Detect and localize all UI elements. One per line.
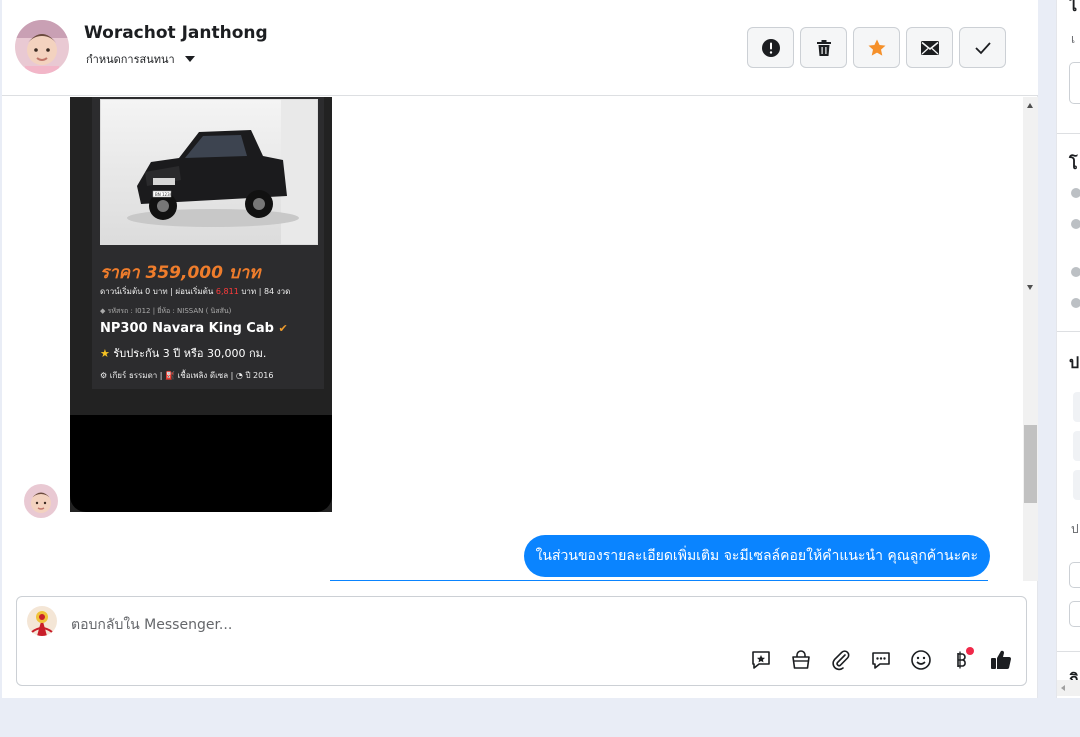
sidebar-divider-3 [1057, 651, 1080, 652]
car-ad-card: BN 1234 ราคา 359,000 บาท ดาวน์เริ่มต้น 0… [92, 97, 324, 389]
store-icon [1071, 219, 1080, 229]
sidebar-field-1[interactable] [1069, 62, 1080, 104]
sidebar-text-1: เ [1071, 32, 1076, 46]
location-pin-icon [1071, 267, 1080, 277]
sidebar-tag-3[interactable] [1073, 470, 1080, 500]
sidebar-field-2[interactable] [1069, 562, 1080, 588]
contact-name: Worachot Janthong [84, 23, 268, 43]
customer-info-sidebar: ไ เ โ ป ป กิ [1056, 0, 1080, 698]
down-payment-suffix: บาท | 84 งวด [238, 287, 291, 296]
scroll-up-arrow-icon[interactable] [1027, 103, 1033, 108]
star-icon: ★ [100, 347, 114, 360]
verified-check-icon: ✔ [278, 322, 288, 335]
star-icon [868, 39, 885, 56]
car-photo: BN 1234 [100, 99, 318, 245]
exclamation-circle-icon [761, 38, 780, 57]
license-plate-text: BN 1234 [155, 192, 173, 197]
car-price: ราคา 359,000 บาท [100, 263, 261, 283]
saved-reply-button[interactable] [748, 647, 774, 673]
scrollbar-thumb[interactable] [1024, 425, 1037, 503]
reply-input[interactable]: ตอบกลับใน Messenger... [71, 614, 232, 636]
thread-scrollbar[interactable] [1023, 97, 1038, 581]
like-button[interactable] [988, 647, 1014, 673]
sidebar-horizontal-scrollbar[interactable] [1057, 680, 1080, 696]
conversation-panel: Worachot Janthong กำหนดการสนทนา BN 1234 … [2, 0, 1038, 698]
assign-conversation-dropdown[interactable]: กำหนดการสนทนา [86, 50, 195, 68]
car-specs: ⚙ เกียร์ ธรรมดา | ⛽ เชื้อเพลิง ดีเซล | ◔… [100, 371, 274, 380]
mark-unread-button[interactable] [906, 27, 953, 68]
mark-spam-button[interactable] [747, 27, 794, 68]
thumbs-up-icon [991, 650, 1011, 670]
sidebar-divider-2 [1057, 331, 1080, 332]
scroll-down-arrow-icon[interactable] [1027, 285, 1033, 290]
delete-button[interactable] [800, 27, 847, 68]
sidebar-text-2: ป [1071, 522, 1079, 536]
car-meta-text: รหัสรถ : I012 | ยี่ห้อ : NISSAN ( นิสสัน… [107, 307, 232, 315]
image-bottom-area [70, 415, 332, 512]
checkmark-icon [974, 41, 991, 54]
shopping-bag-icon [792, 650, 810, 669]
page-avatar [27, 606, 57, 636]
sidebar-heading-3: ป [1069, 353, 1080, 372]
paperclip-icon [832, 650, 850, 671]
conversation-header: Worachot Janthong กำหนดการสนทนา [2, 0, 1038, 96]
sidebar-divider [1057, 133, 1080, 134]
mark-done-button[interactable] [959, 27, 1006, 68]
down-payment-info: ดาวน์เริ่มต้น 0 บาท | ผ่อนเริ่มต้น 6,811… [100, 285, 290, 298]
chat-bubble-icon [872, 652, 890, 669]
sidebar-heading-2: โ [1069, 154, 1078, 173]
reply-composer[interactable]: ตอบกลับใน Messenger... [16, 596, 1027, 686]
car-model: NP300 Navara King Cab ✔ [100, 321, 288, 336]
sidebar-field-3[interactable] [1069, 601, 1080, 627]
conversation-actions [747, 27, 1006, 68]
message-thread[interactable]: BN 1234 ราคา 359,000 บาท ดาวน์เริ่มต้น 0… [2, 97, 1038, 581]
outgoing-message[interactable]: ในส่วนของรายละเอียดเพิ่มเติม จะมีเซลล์คอ… [523, 535, 990, 577]
attach-file-button[interactable] [828, 647, 854, 673]
car-model-text: NP300 Navara King Cab [100, 321, 274, 336]
warranty-info: ★ รับประกัน 3 ปี หรือ 30,000 กม. [100, 344, 266, 362]
car-meta: ◆ รหัสรถ : I012 | ยี่ห้อ : NISSAN ( นิสส… [100, 306, 231, 317]
payment-button[interactable] [948, 647, 974, 673]
sidebar-heading-1: ไ [1069, 0, 1078, 15]
tag-icon: ◆ [100, 307, 108, 315]
down-payment-prefix: ดาวน์เริ่มต้น 0 บาท | ผ่อนเริ่มต้น [100, 287, 216, 296]
sidebar-tag-1[interactable] [1073, 392, 1080, 422]
next-message-edge [330, 580, 988, 581]
chat-tool-button[interactable] [868, 647, 894, 673]
envelope-icon [920, 40, 939, 55]
smiley-icon [911, 650, 931, 670]
trash-icon [816, 39, 831, 56]
assign-label: กำหนดการสนทนา [86, 53, 175, 66]
location-pin-icon-2 [1071, 298, 1080, 308]
caret-down-icon [184, 56, 195, 62]
installment-amount: 6,811 [215, 287, 239, 296]
saved-reply-icon [752, 651, 770, 669]
warranty-text: รับประกัน 3 ปี หรือ 30,000 กม. [113, 347, 267, 360]
contact-avatar-small[interactable] [24, 484, 58, 518]
scroll-left-arrow-icon[interactable] [1061, 685, 1065, 691]
emoji-button[interactable] [908, 647, 934, 673]
sidebar-tag-2[interactable] [1073, 431, 1080, 461]
composer-toolbar [748, 647, 1014, 673]
shop-button[interactable] [788, 647, 814, 673]
star-button[interactable] [853, 27, 900, 68]
notification-dot [966, 647, 974, 655]
clock-icon [1071, 188, 1080, 198]
contact-avatar[interactable] [15, 20, 69, 74]
